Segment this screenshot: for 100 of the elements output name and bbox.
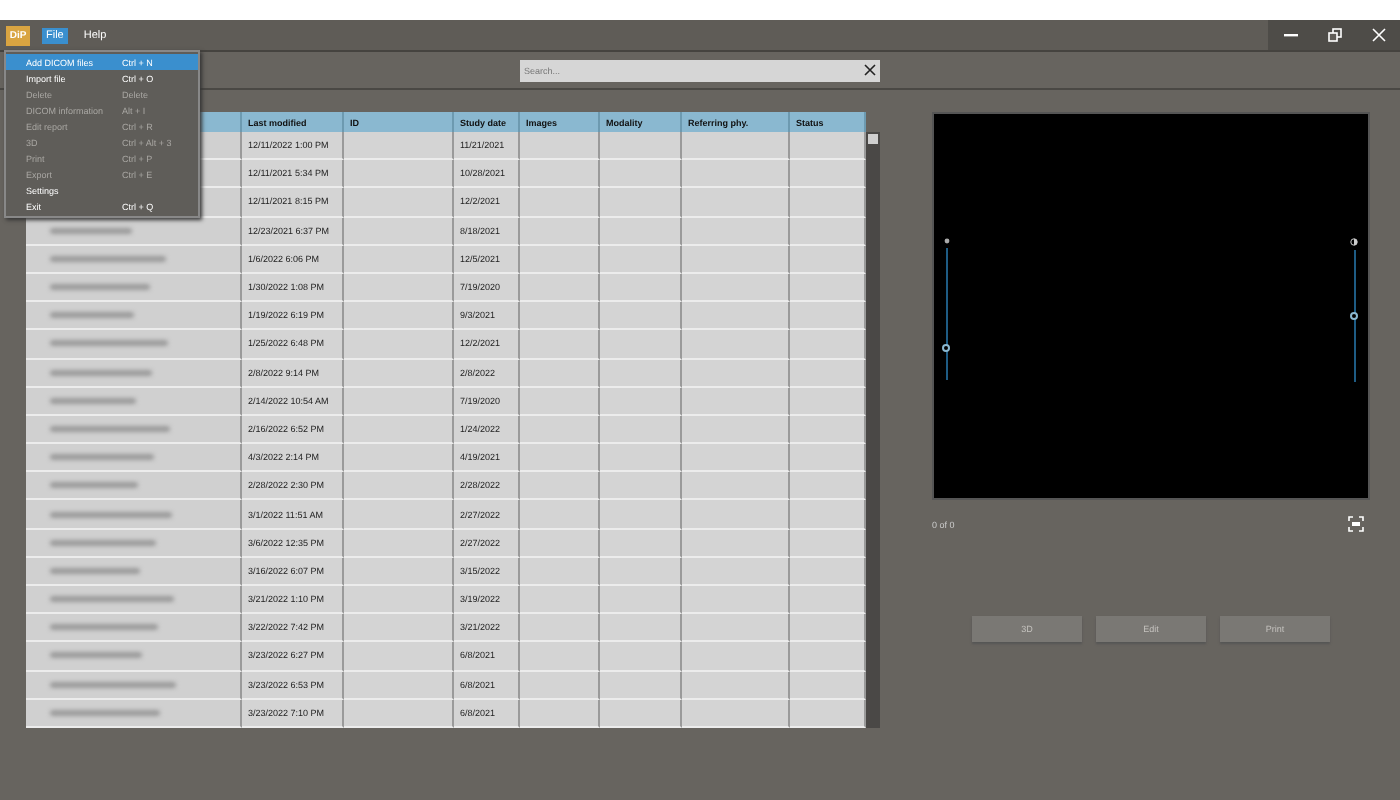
table-cell [520,671,600,700]
table-cell [344,557,454,586]
table-cell [344,614,454,643]
table-cell [682,302,790,331]
table-cell [600,330,682,359]
table-cell [682,188,790,218]
table-cell [520,472,600,501]
table-cell [600,557,682,586]
table-cell [344,273,454,303]
table-cell [344,245,454,274]
table-cell [790,671,866,700]
table-cell [790,415,866,445]
table-cell [520,160,600,189]
table-cell [344,586,454,615]
table-cell [344,359,454,388]
table-cell [344,415,454,445]
table-cell [790,387,866,416]
slider-thumb[interactable] [1349,312,1357,320]
table-cell [790,500,866,530]
table-cell [682,671,790,700]
table-cell [790,188,866,218]
table-cell [600,671,682,700]
table-cell [344,699,454,728]
table-cell [520,387,600,416]
table-cell [682,557,790,586]
table-cell [682,273,790,303]
table-cell [344,302,454,331]
table-cell [682,500,790,530]
table-cell [682,359,790,388]
table-cell [344,671,454,700]
table-cell [520,273,600,303]
table-cell [790,217,866,246]
table-cell [682,245,790,274]
table-cell [520,586,600,615]
dot-icon [944,238,950,244]
table-cell [600,500,682,530]
table-cell [600,217,682,246]
table-cell [682,699,790,728]
table-cell [600,273,682,303]
close-icon [1371,28,1385,42]
table-cell [790,699,866,728]
fullscreen-icon[interactable] [1348,516,1364,532]
table-cell [682,387,790,416]
table-cell [600,699,682,728]
table-cell [790,160,866,189]
table-cell [600,302,682,331]
table-cell [682,472,790,501]
table-cell [520,557,600,586]
table-cell [520,444,600,473]
table-cell [520,245,600,274]
slider-thumb[interactable] [942,343,950,351]
scrollbar[interactable] [866,132,880,728]
table-cell [344,472,454,501]
table-cell [520,359,600,388]
table-cell [344,188,454,218]
table-cell [520,500,600,530]
table-cell [790,586,866,615]
restore-icon [1327,28,1341,42]
table-cell [790,614,866,643]
table-cell [790,472,866,501]
table-cell [682,132,790,161]
table-cell [520,529,600,558]
table-cell [790,642,866,672]
table-cell [600,160,682,189]
contrast-icon [1350,238,1358,246]
table-cell [790,132,866,161]
table-cell [344,217,454,246]
table-cell [790,245,866,274]
table-cell [790,444,866,473]
table-cell [520,699,600,728]
clear-icon[interactable] [864,64,876,76]
table-cell [600,444,682,473]
minimize-icon [1283,33,1297,37]
table-cell [682,586,790,615]
table-cell [520,217,600,246]
table-cell [682,330,790,359]
table-cell [790,330,866,359]
table-cell [520,132,600,161]
table-cell [344,330,454,359]
table-cell [682,614,790,643]
table-cell [344,132,454,161]
table-cell [600,387,682,416]
table-cell [790,359,866,388]
table-cell [600,132,682,161]
table-cell [520,302,600,331]
table-cell [790,302,866,331]
table-cell [344,387,454,416]
table-cell [682,415,790,445]
table-cell [600,188,682,218]
table-cell [520,330,600,359]
table-cell [344,642,454,672]
table-cell [344,500,454,530]
table-cell [682,529,790,558]
table-cell [600,359,682,388]
table-cell [520,415,600,445]
table-cell [790,273,866,303]
table-cell [344,160,454,189]
table-cell [344,444,454,473]
table-cell [600,529,682,558]
table-cell [600,415,682,445]
